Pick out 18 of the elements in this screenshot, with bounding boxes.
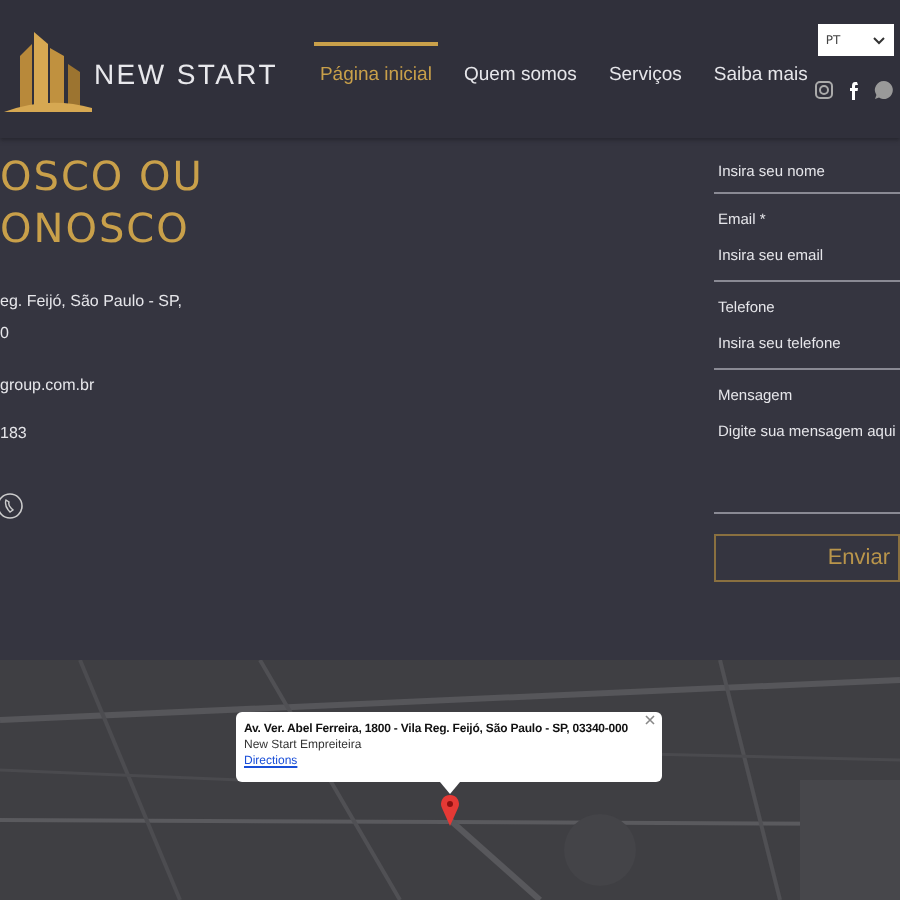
phone-icon[interactable]	[0, 492, 24, 520]
contact-heading: OSCO OU	[0, 150, 206, 202]
submit-button[interactable]: Enviar	[714, 534, 900, 582]
close-icon[interactable]	[644, 714, 656, 726]
map-pin-icon[interactable]	[440, 794, 460, 826]
nav-tab[interactable]: Saiba mais	[707, 42, 814, 86]
contact-heading: ONOSCO	[0, 202, 192, 254]
email-text: group.com.br	[0, 376, 97, 394]
phone-text: 183	[0, 424, 29, 442]
logo-text[interactable]: NEW START	[94, 57, 278, 89]
nav-tab[interactable]: Quem somos	[457, 42, 583, 86]
nav-tab[interactable]: Serviços	[602, 42, 688, 86]
building-logo-icon[interactable]	[4, 28, 92, 112]
address-text: 0	[0, 322, 11, 346]
instagram-icon[interactable]	[813, 80, 834, 100]
nav-tab[interactable]: Página inicial	[313, 42, 438, 86]
chevron-down-icon	[871, 35, 886, 45]
address-text: eg. Feijó, São Paulo - SP,	[0, 290, 185, 314]
